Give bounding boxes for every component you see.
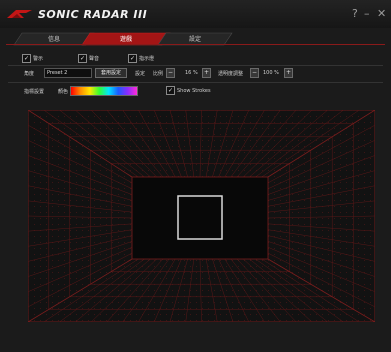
scale-value: 16 % [185, 70, 198, 76]
pointer-settings-label: 指標設置 [24, 89, 45, 95]
apply-settings-button[interactable]: 套用設定 [95, 68, 127, 78]
profile-select[interactable]: Preset 2 [44, 68, 92, 78]
radar-perspective-grid[interactable] [28, 110, 375, 322]
scale-label: 比例 [153, 71, 164, 77]
color-label: 顏色 [58, 89, 69, 95]
profile-row: 角度 Preset 2 套用設定 設定 比例 − 16 % + 透明度調整 − … [0, 68, 391, 80]
scale-plus-button[interactable]: + [202, 68, 211, 78]
opacity-minus-button[interactable]: − [250, 68, 259, 78]
opacity-label: 透明度調整 [218, 71, 244, 77]
minimize-icon[interactable]: – [364, 7, 370, 20]
rog-logo-icon [7, 10, 32, 18]
appearance-row: 指標設置 顏色 ✓ Show Strokes [0, 86, 391, 98]
setting-label: 設定 [135, 71, 146, 77]
title-bar[interactable]: SONIC RADAR III ? – ✕ [0, 0, 391, 28]
sonic-radar-window: SONIC RADAR III ? – ✕ 信息 遊戲 設定 ✓ 警示 ✓ 聲音… [0, 0, 391, 352]
divider [8, 65, 383, 66]
app-title: SONIC RADAR III [38, 8, 148, 21]
show-strokes-checkbox[interactable]: ✓ [166, 86, 175, 95]
indicator-checkbox[interactable]: ✓ [128, 54, 137, 63]
angle-label: 角度 [24, 71, 35, 77]
radar-inner-area [131, 176, 269, 260]
show-strokes-label: Show Strokes [177, 88, 211, 94]
close-icon[interactable]: ✕ [377, 7, 386, 20]
alert-label: 警示 [33, 56, 44, 62]
tab-underline [6, 44, 385, 45]
help-icon[interactable]: ? [352, 7, 358, 20]
tab-bar: 信息 遊戲 設定 [0, 30, 391, 48]
scale-minus-button[interactable]: − [166, 68, 175, 78]
color-spectrum-picker[interactable] [70, 86, 138, 96]
sound-checkbox[interactable]: ✓ [78, 54, 87, 63]
indicator-label: 指示燈 [139, 56, 155, 62]
alert-checkbox[interactable]: ✓ [22, 54, 31, 63]
divider [8, 82, 383, 83]
options-row: ✓ 警示 ✓ 聲音 ✓ 指示燈 [0, 52, 391, 64]
opacity-value: 100 % [263, 70, 279, 76]
sound-label: 聲音 [89, 56, 100, 62]
opacity-plus-button[interactable]: + [284, 68, 293, 78]
